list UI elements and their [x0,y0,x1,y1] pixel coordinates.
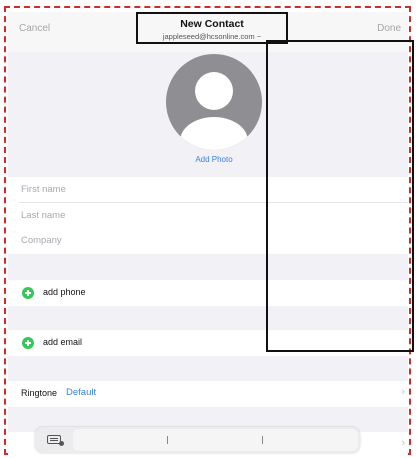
add-email-label: add email [43,337,83,347]
plus-circle-icon[interactable] [22,337,34,349]
page-title: New Contact [180,18,244,30]
keyboard-icon[interactable] [47,435,64,446]
annotation-box [266,40,414,352]
done-button[interactable]: Done [377,23,401,34]
avatar-body [180,117,248,150]
last-name-placeholder: Last name [21,210,66,221]
cancel-button[interactable]: Cancel [19,23,50,34]
plus-circle-icon[interactable] [22,287,34,299]
avatar-head [195,72,233,110]
suggestion-divider [262,436,263,444]
account-selector[interactable]: jappleseed@hcsonline.com ~ [138,32,286,41]
add-photo-button[interactable]: Add Photo [166,155,262,164]
ringtone-label: Ringtone [21,388,58,398]
suggestion-divider [167,436,168,444]
keyboard-shortcut-bar [35,427,360,453]
first-name-placeholder: First name [21,184,66,195]
chevron-right-icon: › [401,437,405,449]
chevron-right-icon: › [401,386,405,398]
add-phone-label: add phone [43,287,86,297]
predictive-text-bar[interactable] [73,429,358,451]
ringtone-value: Default [66,387,97,398]
company-placeholder: Company [21,235,62,246]
avatar-placeholder-icon[interactable] [166,54,262,150]
ringtone-row[interactable]: Ringtone Default › [8,381,408,407]
